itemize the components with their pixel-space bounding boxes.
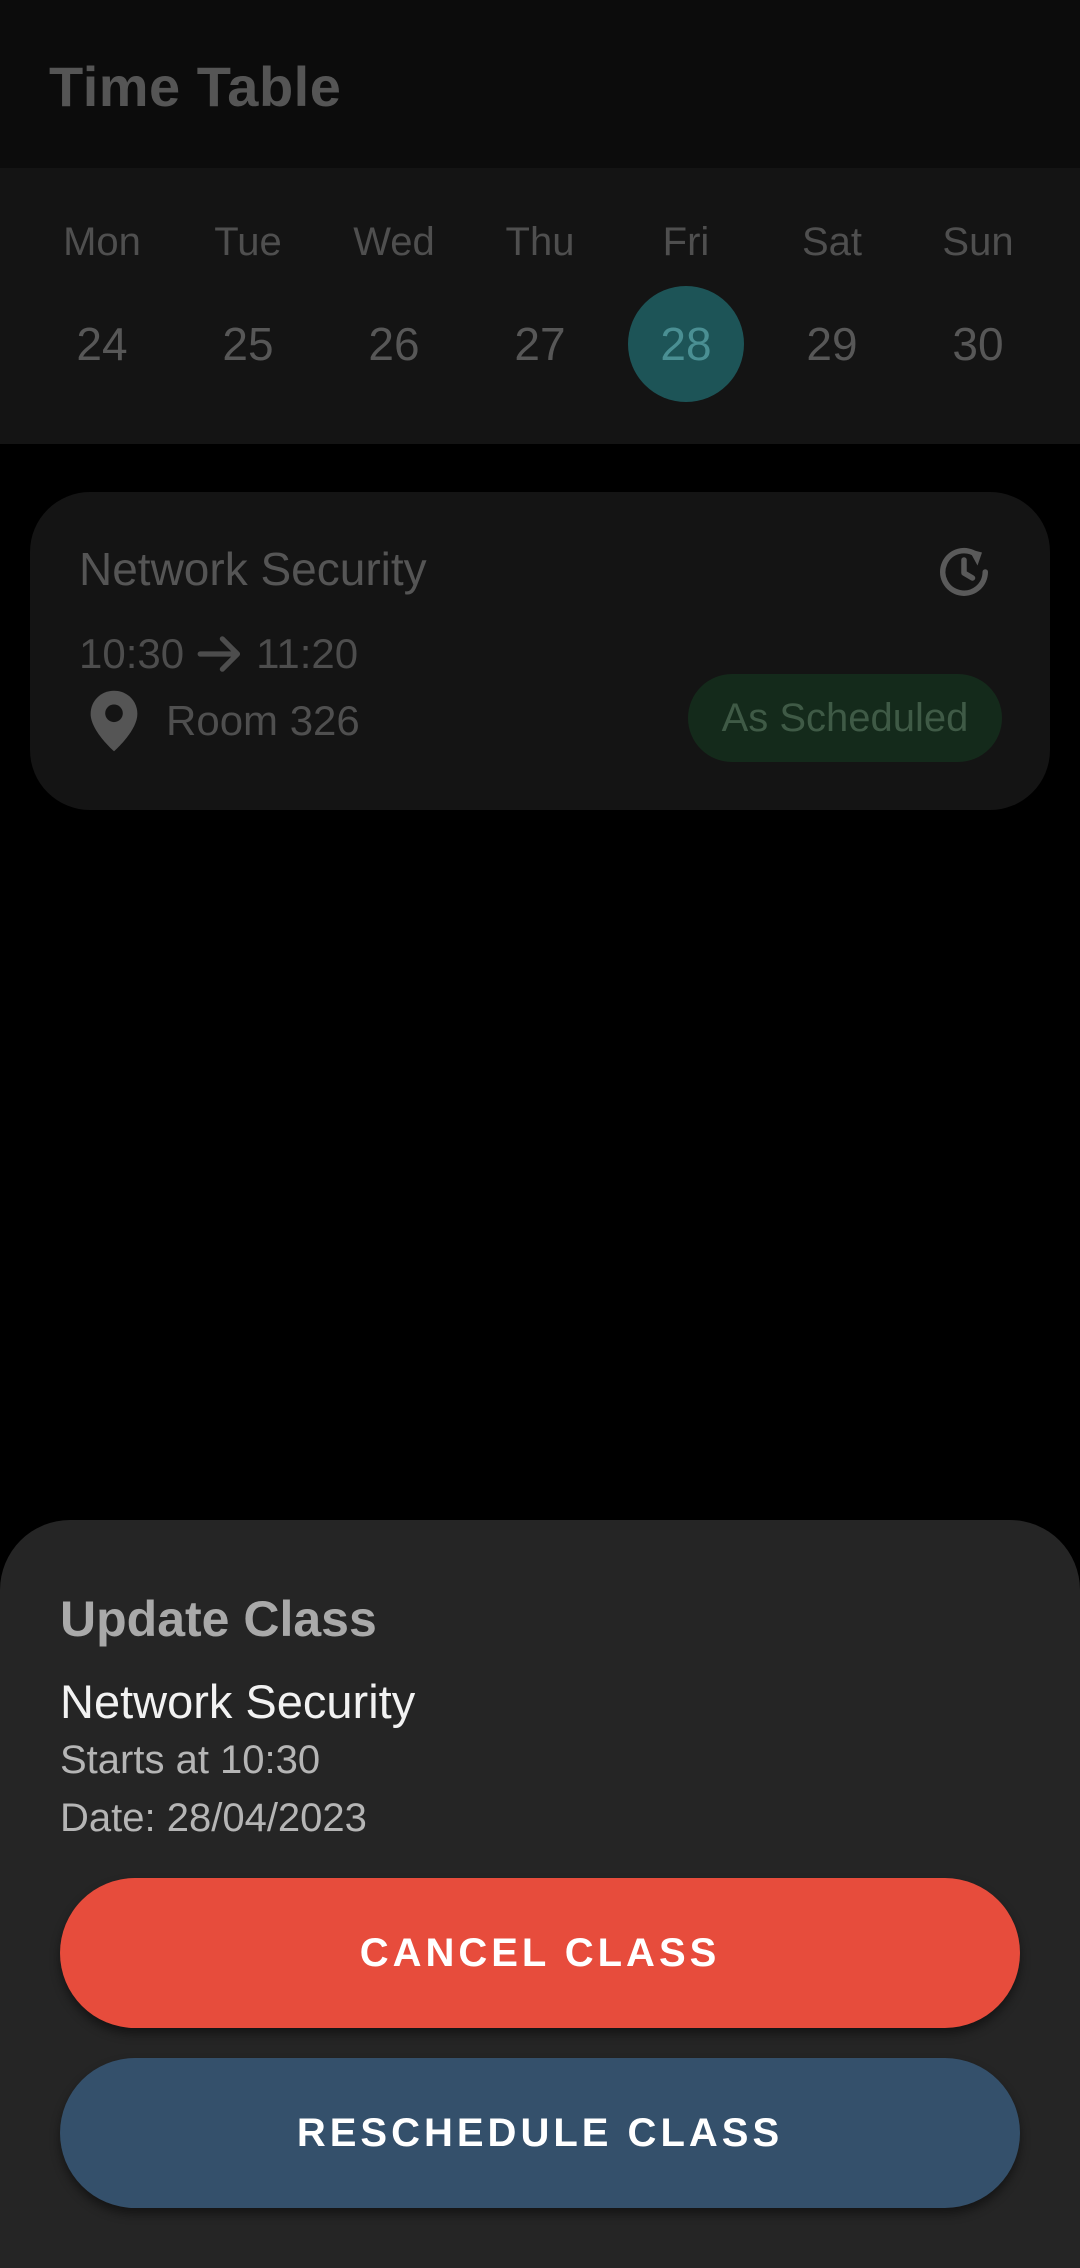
week-day-selector: Mon 24 Tue 25 Wed 26 Thu 27 Fri 28 Sat 2…: [0, 168, 1080, 444]
day-number-circle: 29: [774, 286, 890, 402]
day-number-circle: 24: [44, 286, 160, 402]
day-number: 27: [514, 318, 566, 370]
day-number: 28: [660, 318, 712, 370]
status-badge: As Scheduled: [688, 674, 1002, 762]
sheet-start-time: Starts at 10:30: [60, 1738, 321, 1782]
day-number: 24: [76, 318, 128, 370]
end-time: 11:20: [256, 630, 359, 677]
day-name: Sat: [801, 220, 863, 264]
day-wed[interactable]: Wed 26: [321, 168, 467, 444]
day-number: 25: [222, 318, 274, 370]
page-title: Time Table: [49, 55, 342, 118]
class-title: Network Security: [79, 543, 427, 595]
day-number-circle: 27: [482, 286, 598, 402]
arrow-right-icon: [197, 636, 241, 672]
start-time: 10:30: [79, 630, 185, 677]
reschedule-clock-icon[interactable]: [934, 542, 994, 602]
day-name: Tue: [214, 220, 282, 264]
day-number-circle: 30: [920, 286, 1036, 402]
day-number: 29: [806, 318, 858, 370]
day-name: Wed: [353, 220, 435, 264]
sheet-title: Update Class: [60, 1591, 377, 1647]
location-pin-icon: [90, 690, 138, 752]
day-number: 26: [368, 318, 420, 370]
day-name: Mon: [63, 220, 141, 264]
day-number-circle: 26: [336, 286, 452, 402]
day-number-circle: 25: [190, 286, 306, 402]
day-tue[interactable]: Tue 25: [175, 168, 321, 444]
sheet-date: Date: 28/04/2023: [60, 1796, 367, 1840]
app-bar: Time Table: [0, 0, 1080, 168]
day-number: 30: [952, 318, 1004, 370]
day-thu[interactable]: Thu 27: [467, 168, 613, 444]
reschedule-class-button[interactable]: RESCHEDULE CLASS: [60, 2058, 1020, 2208]
day-fri[interactable]: Fri 28: [613, 168, 759, 444]
day-sat[interactable]: Sat 29: [759, 168, 905, 444]
day-name: Thu: [505, 220, 575, 264]
day-sun[interactable]: Sun 30: [905, 168, 1051, 444]
cancel-class-button[interactable]: CANCEL CLASS: [60, 1878, 1020, 2028]
class-time-range: 10:30 11:20: [79, 624, 358, 684]
class-card[interactable]: Network Security 10:30 11:20 Room 326 As…: [30, 492, 1050, 810]
day-name: Sun: [942, 220, 1014, 264]
timetable-screen: Time Table Mon 24 Tue 25 Wed 26 Thu 27 F…: [0, 0, 1080, 2268]
class-room: Room 326: [166, 697, 360, 744]
selected-day-circle: 28: [628, 286, 744, 402]
update-class-bottom-sheet: Update Class Network Security Starts at …: [0, 1520, 1080, 2268]
day-mon[interactable]: Mon 24: [29, 168, 175, 444]
sheet-class-name: Network Security: [60, 1675, 416, 1728]
day-name: Fri: [662, 220, 710, 264]
